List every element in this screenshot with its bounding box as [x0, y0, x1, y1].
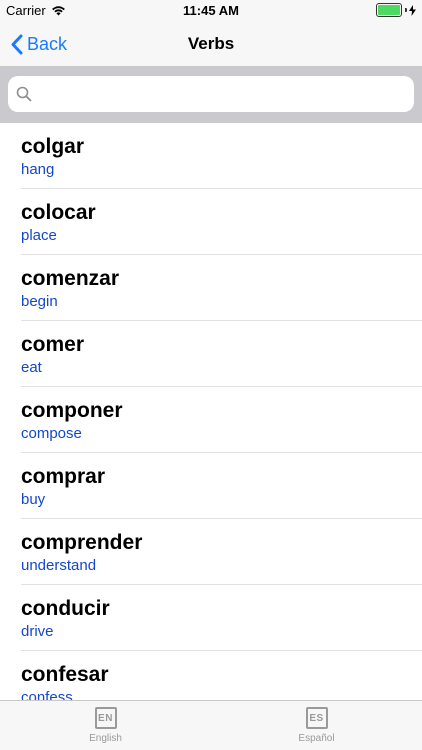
nav-bar: Back Verbs [0, 22, 422, 66]
battery-fill [378, 5, 400, 15]
verb-list: colgar hang colocar place comenzar begin… [0, 123, 422, 700]
verb-translation: hang [21, 161, 55, 178]
battery-icon [376, 3, 402, 17]
verb-translation: place [21, 227, 57, 244]
list-item[interactable]: confesar confess [0, 651, 422, 700]
list-item[interactable]: comprender understand [0, 519, 422, 585]
tab-espanol[interactable]: ES Español [211, 701, 422, 750]
list-item[interactable]: comer eat [0, 321, 422, 387]
verb-word: comenzar [21, 267, 120, 290]
page-title: Verbs [187, 34, 235, 53]
tab-label: English [89, 733, 122, 744]
verb-translation: confess [21, 689, 73, 700]
verb-translation: understand [21, 557, 97, 574]
list-item[interactable]: comenzar begin [0, 255, 422, 321]
tab-bar: EN English ES Español [0, 700, 422, 750]
status-time: 11:45 AM [183, 3, 239, 18]
tab-english[interactable]: EN English [0, 701, 211, 750]
verb-word: conducir [21, 597, 110, 620]
bolt-icon [409, 4, 416, 16]
verb-word: comprender [21, 531, 143, 554]
verb-translation: eat [21, 359, 42, 376]
search-bar [0, 67, 422, 123]
battery-cap [405, 8, 407, 12]
verb-word: confesar [21, 663, 109, 686]
verb-word: comprar [21, 465, 106, 488]
verb-translation: begin [21, 293, 58, 310]
list-item[interactable]: conducir drive [0, 585, 422, 651]
list-item[interactable]: componer compose [0, 387, 422, 453]
es-flag-icon: ES [305, 707, 328, 729]
verb-translation: compose [21, 425, 82, 442]
list-item[interactable]: colgar hang [0, 123, 422, 189]
list-item[interactable]: colocar place [0, 189, 422, 255]
list-item[interactable]: comprar buy [0, 453, 422, 519]
verb-word: comer [21, 333, 85, 356]
verb-word: colgar [21, 135, 85, 158]
verb-word: colocar [21, 201, 96, 224]
status-right [376, 3, 416, 17]
status-bar: Carrier 11:45 AM [0, 0, 422, 22]
tab-label: Español [298, 733, 335, 744]
en-flag-icon: EN [94, 707, 117, 729]
verb-translation: drive [21, 623, 54, 640]
verb-translation: buy [21, 491, 46, 508]
top-chrome: Carrier 11:45 AM Back Verbs [0, 0, 422, 67]
verb-word: componer [21, 399, 123, 422]
search-input[interactable] [8, 76, 414, 112]
